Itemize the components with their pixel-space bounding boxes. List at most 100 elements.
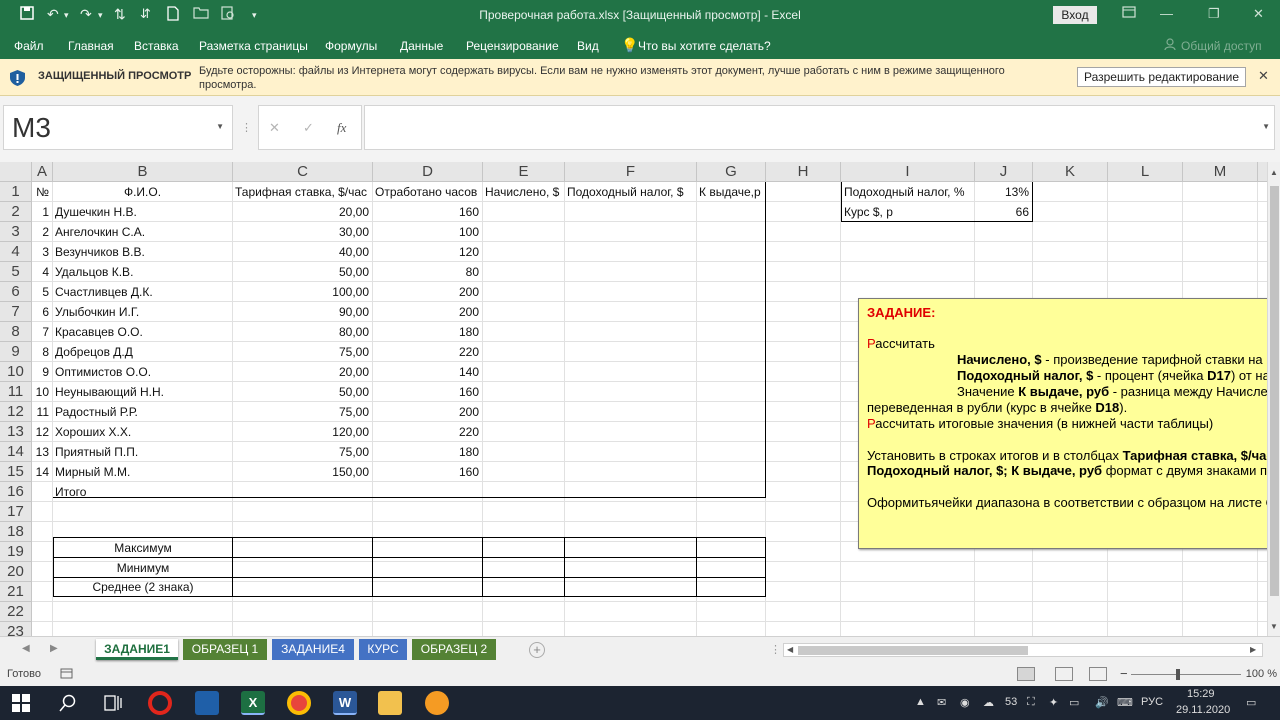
row-header[interactable]: 9 bbox=[0, 342, 32, 362]
cell-hours[interactable]: 140 bbox=[373, 362, 482, 382]
chevron-down-icon[interactable]: ▼ bbox=[216, 122, 224, 131]
tab-formulas[interactable]: Формулы bbox=[325, 39, 377, 53]
cell-total-label[interactable]: Итого bbox=[53, 482, 232, 502]
page-break-view-icon[interactable] bbox=[1089, 667, 1107, 681]
task-view-icon[interactable] bbox=[104, 695, 122, 714]
zoom-out-icon[interactable]: − bbox=[1120, 666, 1128, 681]
column-header-g[interactable]: G bbox=[697, 162, 766, 182]
column-header-a[interactable]: A bbox=[32, 162, 53, 182]
zoom-slider-knob[interactable] bbox=[1176, 669, 1180, 680]
cell-name[interactable]: Неунывающий Н.Н. bbox=[53, 382, 232, 402]
row-header[interactable]: 11 bbox=[0, 382, 32, 402]
row-header[interactable]: 1 bbox=[0, 182, 32, 202]
sheet-tab-zadanie4[interactable]: ЗАДАНИЕ4 bbox=[272, 639, 354, 660]
cell-hours[interactable]: 160 bbox=[373, 462, 482, 482]
cell-stat-avg[interactable]: Среднее (2 знака) bbox=[54, 577, 232, 597]
insert-function-icon[interactable]: fx bbox=[337, 120, 346, 136]
scroll-up-icon[interactable]: ▲ bbox=[1270, 168, 1278, 177]
header-hours[interactable]: Отработано часов bbox=[373, 182, 482, 202]
cell-name[interactable]: Красавцев О.О. bbox=[53, 322, 232, 342]
cell-num[interactable]: 8 bbox=[33, 342, 52, 362]
app-icon[interactable] bbox=[195, 691, 219, 715]
minimize-icon[interactable]: — bbox=[1160, 6, 1173, 21]
row-header[interactable]: 2 bbox=[0, 202, 32, 222]
vertical-scrollbar[interactable]: ▲ ▼ bbox=[1267, 162, 1280, 636]
row-header[interactable]: 16 bbox=[0, 482, 32, 502]
windows-start-icon[interactable] bbox=[12, 694, 30, 715]
cell-rate[interactable]: 50,00 bbox=[233, 262, 372, 282]
tray-app-icon[interactable]: ☁ bbox=[983, 696, 994, 709]
close-icon[interactable]: ✕ bbox=[1258, 68, 1269, 84]
tray-app-icon[interactable]: ⌨ bbox=[1117, 696, 1133, 709]
cell-num[interactable]: 6 bbox=[33, 302, 52, 322]
column-header-k[interactable]: K bbox=[1033, 162, 1108, 182]
cell-name[interactable]: Улыбочкин И.Г. bbox=[53, 302, 232, 322]
row-header[interactable]: 6 bbox=[0, 282, 32, 302]
row-header[interactable]: 21 bbox=[0, 582, 32, 602]
tab-splitter-icon[interactable]: ⋮ bbox=[770, 643, 781, 656]
cell-name[interactable]: Удальцов К.В. bbox=[53, 262, 232, 282]
row-header[interactable]: 15 bbox=[0, 462, 32, 482]
row-header[interactable]: 8 bbox=[0, 322, 32, 342]
tab-data[interactable]: Данные bbox=[400, 39, 443, 53]
spreadsheet-grid[interactable]: A B C D E F G H I J K L M 1 2 3 4 5 6 7 … bbox=[0, 162, 1267, 636]
tray-app-icon[interactable]: ⛶ bbox=[1027, 696, 1035, 709]
cell-hours[interactable]: 160 bbox=[373, 382, 482, 402]
column-header-m[interactable]: M bbox=[1183, 162, 1258, 182]
row-header[interactable]: 18 bbox=[0, 522, 32, 542]
tray-app-icon[interactable]: ▲ bbox=[915, 696, 926, 708]
cell-hours[interactable]: 120 bbox=[373, 242, 482, 262]
cell-hours[interactable]: 200 bbox=[373, 282, 482, 302]
cell-name[interactable]: Радостный Р.Р. bbox=[53, 402, 232, 422]
tell-me-search[interactable]: Что вы хотите сделать? bbox=[638, 39, 771, 53]
cell-rate[interactable]: 80,00 bbox=[233, 322, 372, 342]
tab-review[interactable]: Рецензирование bbox=[466, 39, 559, 53]
excel-icon[interactable]: X bbox=[241, 691, 265, 715]
language-indicator[interactable]: РУС bbox=[1141, 696, 1163, 708]
cell-hours[interactable]: 220 bbox=[373, 342, 482, 362]
cell-num[interactable]: 7 bbox=[33, 322, 52, 342]
zoom-level-label[interactable]: 100 % bbox=[1245, 668, 1280, 680]
clock-date[interactable]: 29.11.2020 bbox=[1176, 704, 1230, 716]
word-icon[interactable]: W bbox=[333, 691, 357, 715]
cell-hours[interactable]: 180 bbox=[373, 322, 482, 342]
header-payout[interactable]: К выдаче,р bbox=[697, 182, 765, 202]
chrome-icon[interactable] bbox=[287, 691, 311, 715]
normal-view-icon[interactable] bbox=[1017, 667, 1035, 681]
cell-num[interactable]: 3 bbox=[33, 242, 52, 262]
cell-hours[interactable]: 160 bbox=[373, 202, 482, 222]
scroll-right-icon[interactable]: ▶ bbox=[1250, 645, 1256, 654]
name-box[interactable]: M3 ▼ bbox=[3, 105, 233, 150]
volume-icon[interactable]: 🔊 bbox=[1095, 696, 1109, 709]
cell-num[interactable]: 4 bbox=[33, 262, 52, 282]
column-header-n[interactable] bbox=[1258, 162, 1267, 182]
macro-record-icon[interactable] bbox=[60, 667, 73, 683]
tab-home[interactable]: Главная bbox=[68, 39, 114, 53]
row-header[interactable]: 7 bbox=[0, 302, 32, 322]
splitter-icon[interactable]: ⋮ bbox=[241, 121, 252, 134]
cell-hours[interactable]: 180 bbox=[373, 442, 482, 462]
cell-rate[interactable]: 100,00 bbox=[233, 282, 372, 302]
vertical-scroll-thumb[interactable] bbox=[1270, 186, 1279, 596]
cancel-icon[interactable]: ✕ bbox=[269, 120, 280, 136]
column-header-d[interactable]: D bbox=[373, 162, 483, 182]
header-tax[interactable]: Подоходный налог, $ bbox=[565, 182, 696, 202]
cell-hours[interactable]: 80 bbox=[373, 262, 482, 282]
cell-rate[interactable]: 20,00 bbox=[233, 202, 372, 222]
row-header[interactable]: 3 bbox=[0, 222, 32, 242]
search-icon[interactable] bbox=[59, 694, 77, 715]
cell-hours[interactable]: 200 bbox=[373, 302, 482, 322]
row-header[interactable]: 10 bbox=[0, 362, 32, 382]
add-sheet-button[interactable]: + bbox=[529, 642, 545, 658]
tray-app-icon[interactable]: ✦ bbox=[1049, 696, 1058, 709]
cell-num[interactable]: 10 bbox=[33, 382, 52, 402]
column-header-j[interactable]: J bbox=[975, 162, 1033, 182]
cell-name[interactable]: Душечкин Н.В. bbox=[53, 202, 232, 222]
cell-num[interactable]: 12 bbox=[33, 422, 52, 442]
tab-insert[interactable]: Вставка bbox=[134, 39, 179, 53]
tab-file[interactable]: Файл bbox=[14, 39, 44, 53]
tray-app-icon[interactable]: ✉ bbox=[937, 696, 946, 709]
header-rate[interactable]: Тарифная ставка, $/час bbox=[233, 182, 372, 202]
formula-input[interactable]: ▼ bbox=[364, 105, 1275, 150]
cell-num[interactable]: 14 bbox=[33, 462, 52, 482]
